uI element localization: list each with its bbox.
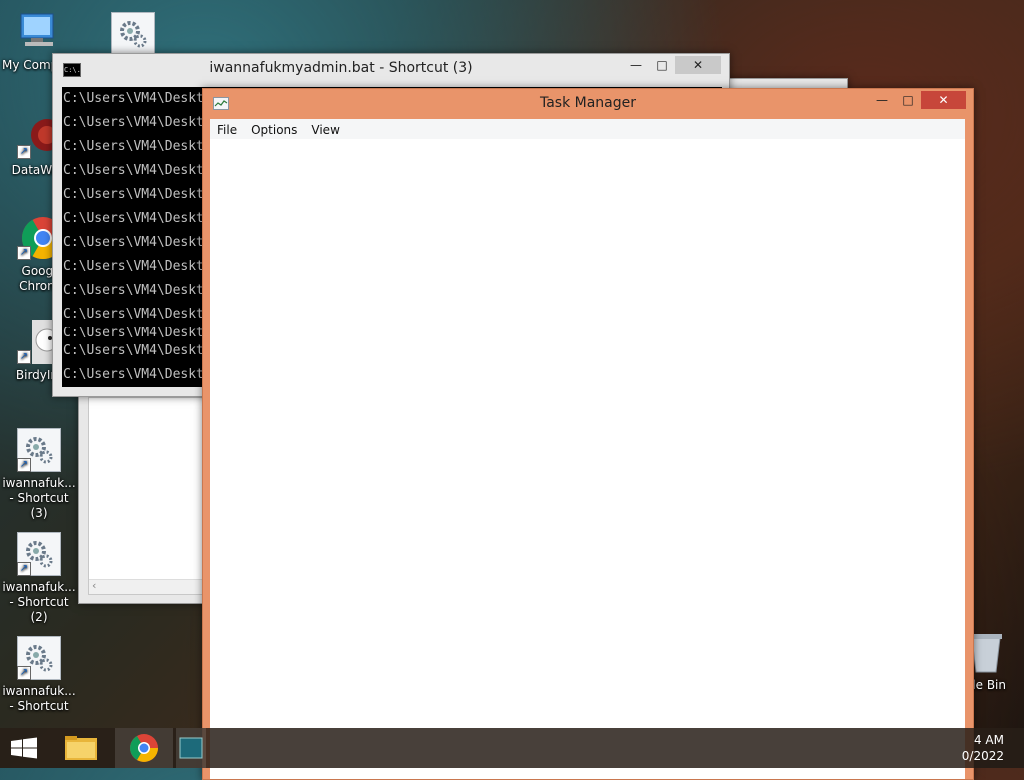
- close-button[interactable]: ✕: [675, 56, 721, 74]
- desktop-icon-label-2: - Shortcut (3): [9, 491, 69, 520]
- batch-file-icon: ↗: [17, 428, 61, 472]
- shortcut-arrow-icon: ↗: [17, 246, 31, 260]
- desktop-icon-label-2: - Shortcut: [9, 699, 69, 713]
- menu-options[interactable]: Options: [244, 120, 304, 140]
- task-manager-titlebar[interactable]: Task Manager — □ ✕: [203, 89, 973, 119]
- maximize-button[interactable]: □: [895, 91, 921, 109]
- batch-file-icon: ↗: [17, 532, 61, 576]
- shortcut-arrow-icon: ↗: [17, 458, 31, 472]
- desktop-icon-label: iwannafuk...: [2, 476, 76, 490]
- menu-view[interactable]: View: [304, 120, 346, 140]
- chrome-icon: [130, 734, 158, 762]
- batch-file-icon: ↗: [17, 636, 61, 680]
- minimize-button[interactable]: —: [623, 56, 649, 74]
- menu-bar: File Options View: [210, 119, 965, 139]
- task-manager-window[interactable]: Task Manager — □ ✕ File Options View: [202, 88, 974, 780]
- minimize-button[interactable]: —: [869, 91, 895, 109]
- taskbar-cmd[interactable]: [176, 728, 206, 768]
- window-title: Task Manager: [539, 95, 637, 111]
- desktop-icon-bat-shortcut-2[interactable]: ↗ iwannafuk... - Shortcut (2): [0, 532, 78, 625]
- desktop-icon-bat-shortcut-3[interactable]: ↗ iwannafuk... - Shortcut (3): [0, 428, 78, 521]
- folder-icon: [65, 736, 97, 760]
- console-icon: [179, 737, 203, 759]
- gear-icon: [111, 12, 155, 56]
- windows-logo-icon: [11, 737, 37, 759]
- computer-icon: [17, 10, 61, 54]
- taskbar: 4 AM 0/2022: [0, 728, 1024, 768]
- start-button[interactable]: [0, 728, 58, 768]
- shortcut-arrow-icon: ↗: [17, 562, 31, 576]
- clock-time: 4 AM: [973, 733, 1004, 747]
- clock-date: 0/2022: [961, 749, 1004, 763]
- menu-file[interactable]: File: [210, 120, 244, 140]
- desktop-icon-label: iwannafuk...: [2, 684, 76, 698]
- scroll-left-icon[interactable]: ‹: [92, 579, 96, 592]
- cmd-titlebar[interactable]: C:\. iwannafukmyadmin.bat - Shortcut (3)…: [53, 54, 729, 84]
- taskbar-file-explorer[interactable]: [52, 728, 110, 768]
- shortcut-arrow-icon: ↗: [17, 145, 31, 159]
- task-manager-content: [210, 139, 965, 779]
- desktop-icon-label-2: - Shortcut (2): [9, 595, 69, 624]
- window-title: iwannafukmyadmin.bat - Shortcut (3): [209, 60, 473, 76]
- shortcut-arrow-icon: ↗: [17, 350, 31, 364]
- desktop-icon-label: iwannafuk...: [2, 580, 76, 594]
- desktop-icon-bat-shortcut[interactable]: ↗ iwannafuk... - Shortcut: [0, 636, 78, 714]
- close-button[interactable]: ✕: [921, 91, 966, 109]
- shortcut-arrow-icon: ↗: [17, 666, 31, 680]
- system-clock[interactable]: 4 AM 0/2022: [962, 732, 1004, 764]
- maximize-button[interactable]: □: [649, 56, 675, 74]
- taskbar-chrome[interactable]: [115, 728, 173, 768]
